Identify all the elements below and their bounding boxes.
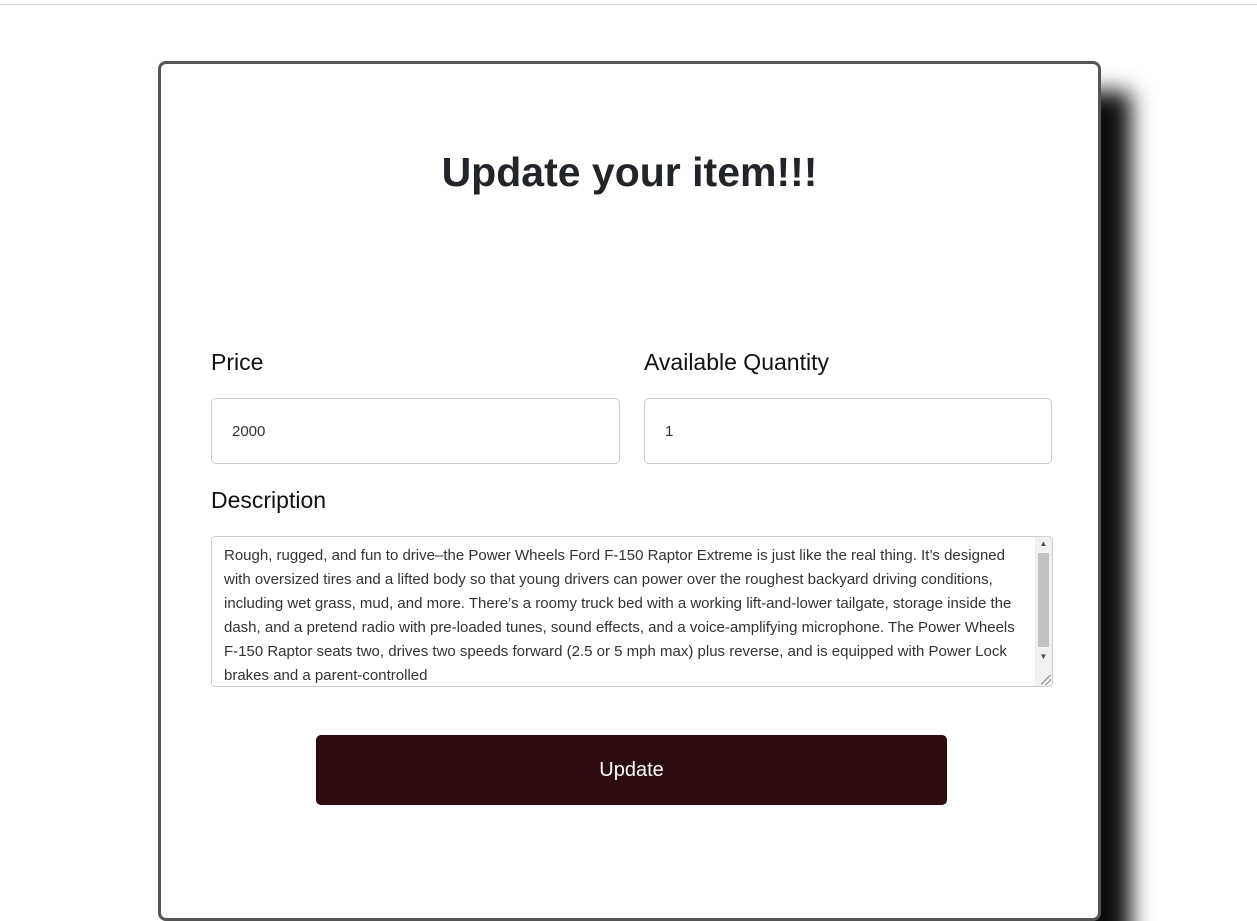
description-text: Rough, rugged, and fun to drive–the Powe… <box>224 547 1015 684</box>
update-item-card: Update your item!!! Price Available Quan… <box>158 61 1101 921</box>
page-title: Update your item!!! <box>441 149 818 195</box>
description-scrollbar[interactable]: ▲ ▼ <box>1035 537 1052 686</box>
quantity-label: Available Quantity <box>644 349 829 375</box>
scrollbar-thumb[interactable] <box>1038 553 1049 647</box>
resize-grip-icon[interactable] <box>1041 675 1051 685</box>
scroll-down-arrow-icon[interactable]: ▼ <box>1035 650 1052 664</box>
price-label: Price <box>211 349 264 375</box>
top-divider <box>0 4 1257 5</box>
update-button[interactable]: Update <box>316 735 947 805</box>
description-label: Description <box>211 487 327 513</box>
quantity-input[interactable] <box>644 398 1052 464</box>
scroll-up-arrow-icon[interactable]: ▲ <box>1035 537 1052 551</box>
description-textarea[interactable]: Rough, rugged, and fun to drive–the Powe… <box>211 536 1053 687</box>
price-input[interactable] <box>211 398 620 464</box>
